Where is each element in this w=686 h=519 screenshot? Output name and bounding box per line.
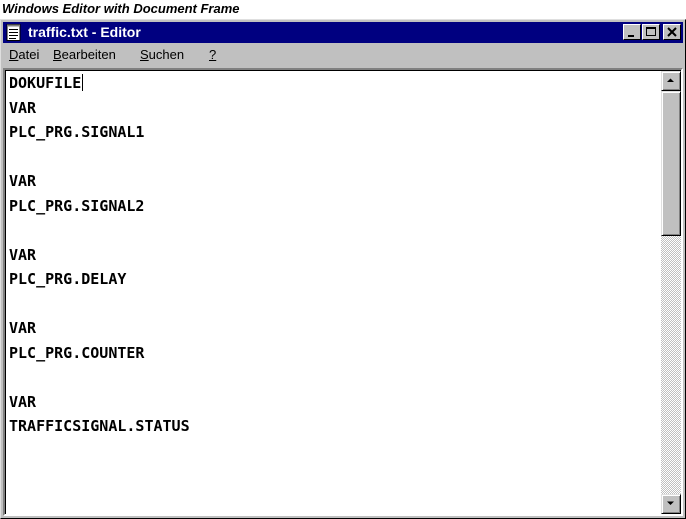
text-line[interactable] [9,221,190,246]
vertical-scrollbar[interactable] [661,71,681,514]
close-button[interactable] [663,24,681,40]
menu-help[interactable]: ? [209,47,216,63]
text-line-content: PLC_PRG.SIGNAL2 [9,196,145,215]
document-text[interactable]: DOKUFILE VAR PLC_PRG.SIGNAL1 VAR PLC_PRG.SIG… [9,74,190,442]
menu-datei[interactable]: Datei [9,47,39,63]
editor-client-area: DOKUFILE VAR PLC_PRG.SIGNAL1 VAR PLC_PRG.SIG… [5,70,681,514]
minimize-button[interactable] [623,24,641,40]
menu-suchen-label: uchen [148,47,185,62]
editor-window: traffic.txt - Editor Datei Bearbeiten Su… [0,19,686,519]
text-line[interactable]: VAR [9,246,190,271]
menu-suchen[interactable]: Suchen [140,47,184,63]
window-title: traffic.txt - Editor [28,24,141,40]
text-line[interactable] [9,368,190,393]
menu-bearbeiten[interactable]: Bearbeiten [53,47,116,63]
text-caret [82,74,84,91]
close-icon [667,27,677,37]
text-line[interactable]: PLC_PRG.SIGNAL1 [9,123,190,148]
maximize-icon [646,27,656,36]
text-line-content: VAR [9,392,37,411]
text-line[interactable]: VAR [9,172,190,197]
text-line[interactable]: PLC_PRG.COUNTER [9,344,190,369]
text-line-content: PLC_PRG.SIGNAL1 [9,123,145,141]
title-bar[interactable]: traffic.txt - Editor [3,22,683,43]
text-line[interactable]: VAR [9,393,190,418]
menu-help-mnemonic: ? [209,47,217,62]
scroll-down-button[interactable] [661,494,681,514]
text-line-content: TRAFFICSIGNAL.STATUS [9,417,190,435]
text-line-content: VAR [9,172,37,190]
menu-suchen-mnemonic: S [140,47,149,62]
text-line-content: PLC_PRG.DELAY [9,270,127,288]
text-line-content: DOKUFILE [9,74,82,92]
text-area[interactable]: DOKUFILE VAR PLC_PRG.SIGNAL1 VAR PLC_PRG.SIG… [6,71,661,514]
text-line[interactable]: TRAFFICSIGNAL.STATUS [9,417,190,442]
text-line-content: VAR [9,245,37,264]
text-line[interactable]: VAR [9,319,190,344]
scroll-thumb[interactable] [661,91,681,236]
text-line-content: VAR [9,319,37,337]
text-line[interactable] [9,295,190,320]
text-line[interactable]: DOKUFILE [9,74,190,99]
minimize-icon [628,35,634,37]
menu-bar: Datei Bearbeiten Suchen ? [3,44,683,66]
menu-datei-mnemonic: D [9,47,19,62]
text-line[interactable]: PLC_PRG.SIGNAL2 [9,197,190,222]
notepad-icon[interactable] [6,24,21,41]
document-frame: DOKUFILE VAR PLC_PRG.SIGNAL1 VAR PLC_PRG.SIG… [3,68,683,516]
maximize-button[interactable] [642,24,660,40]
text-line-content: VAR [9,98,37,117]
menu-bearbeiten-label: earbeiten [61,47,116,62]
menu-datei-label: atei [18,47,40,62]
text-line[interactable]: VAR [9,99,190,124]
figure-caption: Windows Editor with Document Frame [2,1,240,16]
arrow-down-icon [667,501,674,505]
scroll-up-button[interactable] [661,71,681,91]
text-line[interactable]: PLC_PRG.DELAY [9,270,190,295]
text-line[interactable] [9,148,190,173]
text-line-content: PLC_PRG.COUNTER [9,343,145,362]
arrow-up-icon [667,78,674,82]
menu-bearbeiten-mnemonic: B [53,47,62,62]
